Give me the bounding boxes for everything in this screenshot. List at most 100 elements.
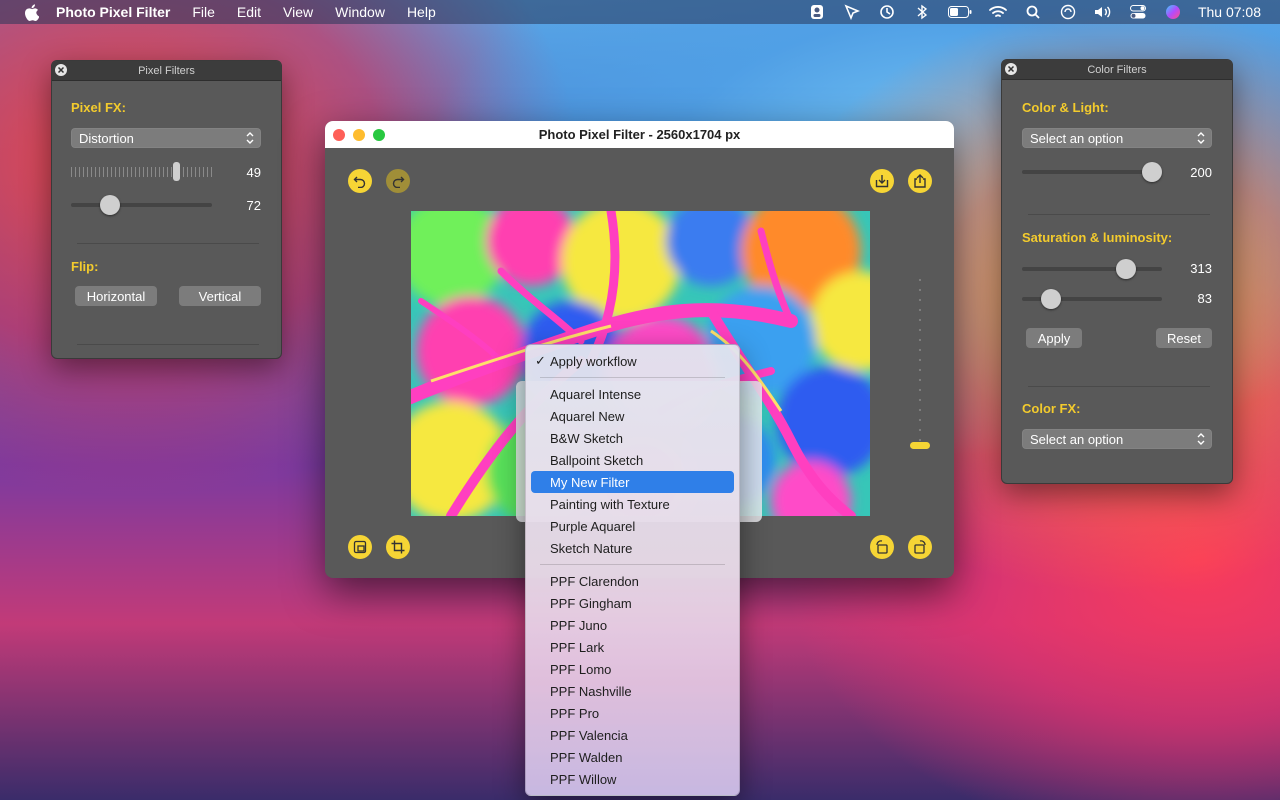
menu-item-ppf[interactable]: PPF Juno [531,614,734,636]
menu-item-label: Aquarel Intense [550,386,642,402]
clock[interactable]: Thu 07:08 [1198,4,1261,20]
menu-item-ppf[interactable]: PPF Gingham [531,592,734,614]
menu-item-ppf[interactable]: PPF Willow [531,768,734,790]
pixel-slider-2-value: 72 [246,198,261,213]
chevron-updown-icon [1197,132,1205,144]
menu-window[interactable]: Window [335,4,385,20]
pixel-slider-2-track[interactable] [71,203,212,207]
menu-item-ppf[interactable]: PPF Walden [531,746,734,768]
menu-item-label: Purple Aquarel [550,518,636,534]
menu-item-filter[interactable]: B&W Sketch [531,427,734,449]
menu-item-ppf[interactable]: PPF Lark [531,636,734,658]
color-light-label: Color & Light: [1022,100,1109,115]
flip-vertical-button[interactable]: Vertical [179,286,261,306]
wifi-icon[interactable] [989,4,1007,20]
share-button[interactable] [908,169,932,193]
pixel-slider-1-knob[interactable] [173,162,180,181]
saturation-slider-knob[interactable] [1116,259,1136,279]
menu-item-ppf[interactable]: PPF Valencia [531,724,734,746]
zoom-slider-knob[interactable] [910,442,930,449]
cursor-check-icon[interactable] [843,4,861,20]
flip-horizontal-button[interactable]: Horizontal [75,286,157,306]
menu-item-label: PPF Gingham [550,595,632,611]
pixel-filters-panel: Pixel Filters Pixel FX: Distortion 49 72… [51,60,282,359]
menu-item-label: PPF Pro [550,705,600,721]
pixel-fx-select[interactable]: Distortion [71,128,261,148]
overlay-button[interactable] [348,535,372,559]
menu-item-filter[interactable]: Purple Aquarel [531,515,734,537]
window-close-button[interactable] [333,129,345,141]
color-fx-select[interactable]: Select an option [1022,429,1212,449]
luminosity-slider-knob[interactable] [1041,289,1061,309]
siri-icon[interactable] [1164,4,1182,20]
color-light-slider-track[interactable] [1022,170,1162,174]
bluetooth-icon[interactable] [913,4,931,20]
apply-button[interactable]: Apply [1026,328,1082,348]
main-window-titlebar: Photo Pixel Filter - 2560x1704 px [325,121,954,148]
pixel-slider-2-knob[interactable] [100,195,120,215]
user-lock-icon[interactable] [808,4,826,20]
reset-button[interactable]: Reset [1156,328,1212,348]
color-fx-label: Color FX: [1022,401,1081,416]
divider [1028,214,1210,215]
volume-icon[interactable] [1094,4,1112,20]
saturation-slider-track[interactable] [1022,267,1162,271]
share-icon [914,174,926,188]
color-filters-titlebar: Color Filters [1002,60,1232,80]
redo-icon [392,176,405,188]
undo-button[interactable] [348,169,372,193]
menu-edit[interactable]: Edit [237,4,261,20]
menu-item-filter[interactable]: Aquarel Intense [531,383,734,405]
rotate-right-button[interactable] [908,535,932,559]
color-light-slider-knob[interactable] [1142,162,1162,182]
menu-item-filter[interactable]: Ballpoint Sketch [531,449,734,471]
close-icon[interactable] [1005,63,1017,75]
sync-icon[interactable] [1059,4,1077,20]
time-machine-icon[interactable] [878,4,896,20]
menu-item-label: Apply workflow [550,353,637,369]
pixel-slider-1-ticks[interactable] [71,167,212,177]
menu-item-label: Ballpoint Sketch [550,452,644,468]
undo-icon [353,176,366,188]
menu-view[interactable]: View [283,4,313,20]
redo-button[interactable] [386,169,410,193]
menu-bar: Photo Pixel Filter File Edit View Window… [0,0,1280,24]
menu-app-name[interactable]: Photo Pixel Filter [56,4,170,20]
menu-item-label: Painting with Texture [550,496,670,512]
menu-item-apply-workflow[interactable]: ✓ Apply workflow [531,350,734,372]
menu-item-filter[interactable]: Painting with Texture [531,493,734,515]
battery-icon[interactable] [947,4,972,20]
window-minimize-button[interactable] [353,129,365,141]
pixel-slider-1-value: 49 [246,165,261,180]
menu-item-filter[interactable]: Sketch Nature [531,537,734,559]
pixel-fx-label: Pixel FX: [71,100,126,115]
menu-item-ppf[interactable]: PPF Pro [531,702,734,724]
save-button[interactable] [870,169,894,193]
menu-item-selected[interactable]: My New Filter [531,471,734,493]
menu-item-ppf[interactable]: PPF Nashville [531,680,734,702]
crop-button[interactable] [386,535,410,559]
window-title: Photo Pixel Filter - 2560x1704 px [538,127,741,142]
search-icon[interactable] [1024,4,1042,20]
apple-menu-icon[interactable] [22,3,40,21]
close-icon[interactable] [55,64,67,76]
menu-item-ppf[interactable]: PPF Clarendon [531,570,734,592]
color-light-select[interactable]: Select an option [1022,128,1212,148]
menu-item-label: PPF Clarendon [550,573,639,589]
window-zoom-button[interactable] [373,129,385,141]
divider [77,344,259,345]
rotate-left-icon [876,540,888,554]
control-center-icon[interactable] [1129,4,1147,20]
zoom-slider-track[interactable] [919,279,921,449]
menu-item-ppf[interactable]: PPF Lomo [531,658,734,680]
color-filters-title: Color Filters [1087,63,1147,76]
menu-item-label: B&W Sketch [550,430,623,446]
rotate-left-button[interactable] [870,535,894,559]
menu-item-filter[interactable]: Aquarel New [531,405,734,427]
checkmark-icon: ✓ [535,353,546,368]
pixel-filters-titlebar: Pixel Filters [52,61,281,81]
picture-in-picture-icon [353,540,367,554]
menu-help[interactable]: Help [407,4,436,20]
rotate-right-icon [914,540,926,554]
menu-file[interactable]: File [192,4,215,20]
